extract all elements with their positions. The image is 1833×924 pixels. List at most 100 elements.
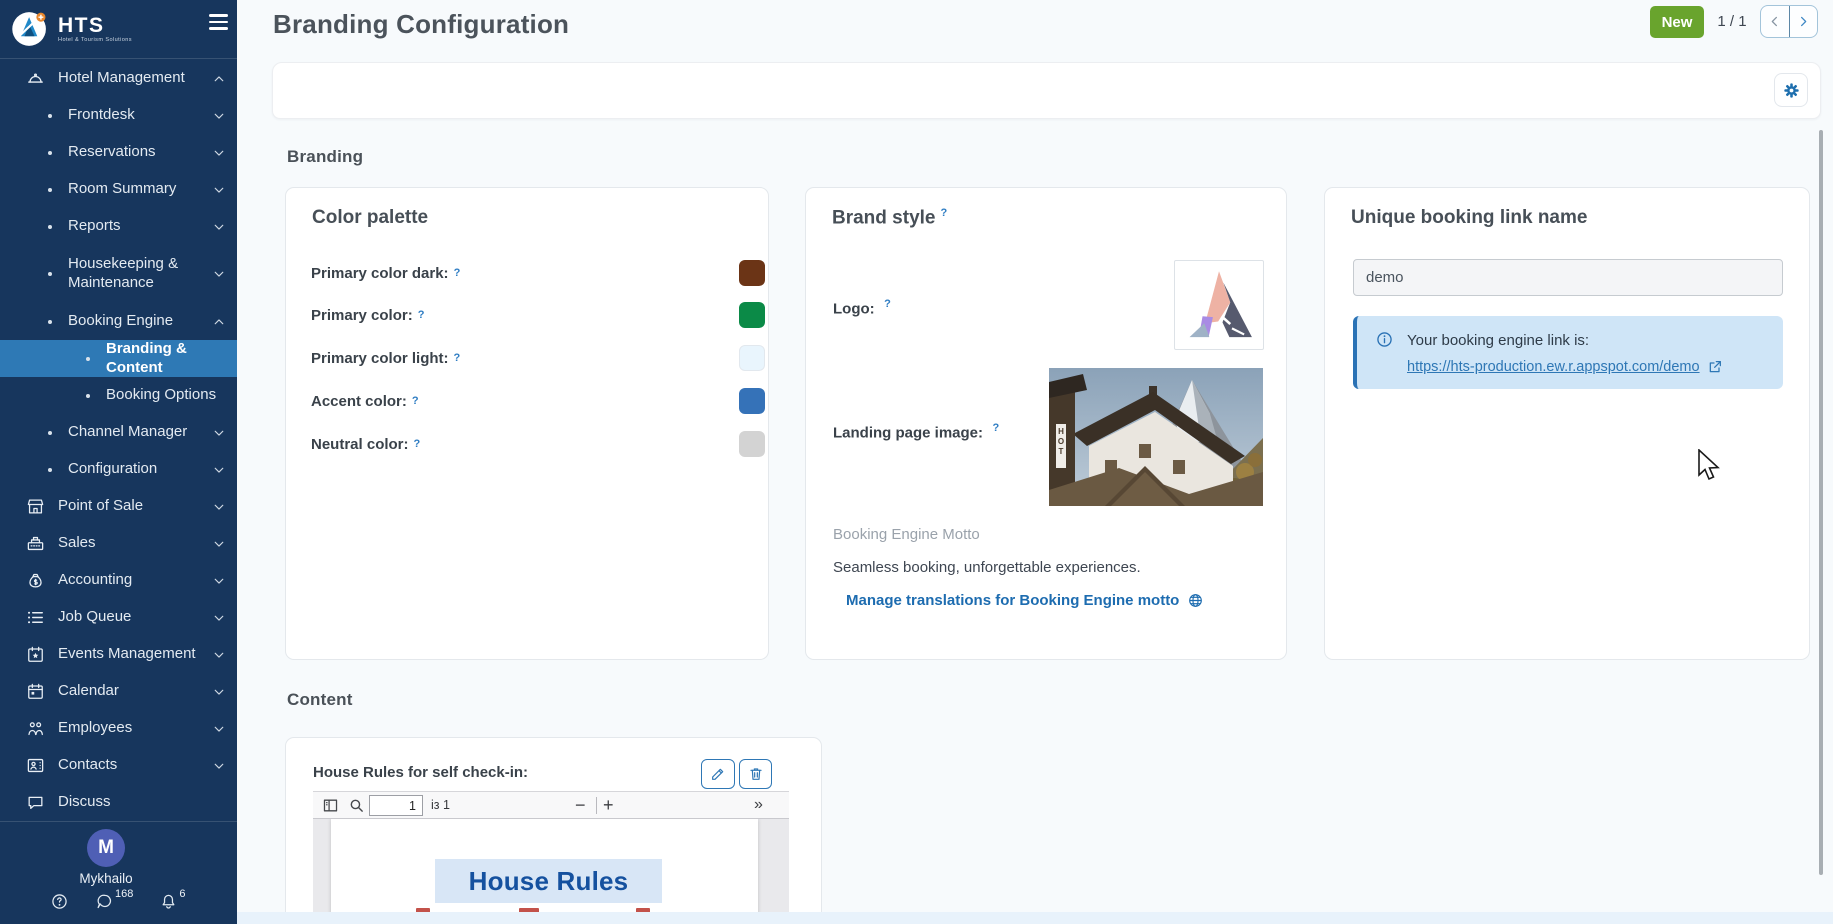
sidebar-nav: Hotel ManagementFrontdeskReservationsRoo…	[0, 60, 237, 821]
notifications-button[interactable]: 6	[159, 892, 185, 911]
sidebar-item-frontdesk[interactable]: Frontdesk	[0, 97, 237, 134]
sidebar-item-contacts[interactable]: Contacts	[0, 747, 237, 784]
sidebar-item-discuss[interactable]: Discuss	[0, 784, 237, 821]
trash-icon	[748, 766, 764, 782]
info-icon	[1375, 330, 1394, 349]
pdf-viewer: House Rules	[313, 819, 789, 924]
sidebar-item-job-queue[interactable]: Job Queue	[0, 599, 237, 636]
content-section-title: Content	[287, 690, 353, 710]
chevron-up-icon	[212, 72, 226, 86]
accent-color-swatch[interactable]	[739, 388, 765, 414]
chevron-left-icon	[1767, 14, 1782, 29]
calendar-icon	[26, 682, 45, 701]
magnifier-icon[interactable]	[348, 797, 365, 814]
sidebar-item-housekeeping-maintenance[interactable]: Housekeeping & Maintenance	[0, 245, 237, 303]
help-marker[interactable]: ?	[414, 438, 421, 450]
help-marker[interactable]: ?	[454, 267, 461, 279]
bullet-icon	[86, 394, 90, 398]
sidebar-item-events-management[interactable]: Events Management	[0, 636, 237, 673]
chat-bubble-icon	[95, 892, 114, 911]
sidebar-item-sales[interactable]: Sales	[0, 525, 237, 562]
app-logo[interactable]: HTS Hotel & Tourism Solutions	[10, 5, 132, 53]
pdf-toolbar: із 1 − + »	[313, 791, 789, 819]
chevron-down-icon	[212, 685, 226, 699]
sidebar-item-reservations[interactable]: Reservations	[0, 134, 237, 171]
primary-color-dark-swatch[interactable]	[739, 260, 765, 286]
sidebar-item-employees[interactable]: Employees	[0, 710, 237, 747]
help-button[interactable]	[50, 892, 69, 911]
color-palette-title: Color palette	[312, 207, 428, 229]
bullet-icon	[48, 114, 52, 118]
chevron-down-icon	[212, 463, 226, 477]
help-marker[interactable]: ?	[418, 309, 425, 321]
user-name: Mykhailo	[0, 871, 212, 886]
messages-button[interactable]: 168	[95, 892, 133, 911]
sidebar-divider	[0, 58, 237, 59]
house-rules-label: House Rules for self check-in:	[313, 764, 528, 781]
sidebar-item-point-of-sale[interactable]: Point of Sale	[0, 488, 237, 525]
sidebar-item-reports[interactable]: Reports	[0, 208, 237, 245]
page-title: Branding Configuration	[273, 9, 569, 40]
chevron-down-icon	[212, 146, 226, 160]
sidebar-item-accounting[interactable]: Accounting	[0, 562, 237, 599]
help-marker[interactable]: ?	[884, 298, 891, 310]
primary-color-label: Primary color:	[311, 307, 413, 324]
sidebar-item-booking-engine[interactable]: Booking Engine	[0, 303, 237, 340]
hts-logo-icon	[10, 9, 50, 49]
brand-logo-upload[interactable]	[1174, 260, 1264, 350]
help-marker[interactable]: ?	[940, 207, 947, 219]
primary-color-swatch[interactable]	[739, 302, 765, 328]
brand-style-title: Brand style	[832, 207, 935, 228]
edit-house-rules-button[interactable]	[701, 759, 735, 789]
sidebar-item-booking-options[interactable]: Booking Options	[0, 377, 237, 414]
sidebar-item-calendar[interactable]: Calendar	[0, 673, 237, 710]
avatar[interactable]: M	[87, 829, 125, 867]
pdf-page-input[interactable]	[369, 795, 423, 816]
pdf-more-tools-button[interactable]: »	[754, 793, 763, 817]
sidebar-item-configuration[interactable]: Configuration	[0, 451, 237, 488]
help-marker[interactable]: ?	[454, 352, 461, 364]
svg-text:O: O	[1058, 437, 1064, 446]
next-page-button[interactable]	[1789, 6, 1818, 37]
help-marker[interactable]: ?	[412, 395, 419, 407]
money-bag-icon	[26, 571, 45, 590]
prev-page-button[interactable]	[1761, 6, 1789, 37]
external-link-icon	[1707, 359, 1723, 375]
neutral-color-swatch[interactable]	[739, 431, 765, 457]
gear-icon	[1782, 81, 1801, 100]
chevron-down-icon	[212, 537, 226, 551]
bullet-icon	[86, 357, 90, 361]
sidebar-item-branding-content[interactable]: Branding & Content	[0, 340, 237, 377]
zoom-out-button[interactable]: −	[575, 793, 586, 817]
delete-house-rules-button[interactable]	[739, 759, 772, 789]
sidebar: HTS Hotel & Tourism Solutions Hotel Mana…	[0, 0, 237, 924]
motto-label: Booking Engine Motto	[833, 526, 980, 543]
pager-counter: 1 / 1	[1708, 13, 1756, 30]
zoom-in-button[interactable]: +	[603, 793, 614, 817]
bullet-icon	[48, 272, 52, 276]
bullet-icon	[48, 431, 52, 435]
landing-page-image[interactable]: H O T	[1049, 368, 1263, 506]
new-button[interactable]: New	[1650, 6, 1704, 38]
hamburger-menu-icon[interactable]	[209, 14, 231, 34]
sidebar-item-hotel-management[interactable]: Hotel Management	[0, 60, 237, 97]
sidebar-toggle-icon[interactable]	[322, 797, 339, 814]
chevron-down-icon	[212, 183, 226, 197]
manage-translations-link[interactable]: Manage translations for Booking Engine m…	[846, 592, 1204, 609]
house-rules-card: House Rules for self check-in: із 1 − + …	[285, 737, 822, 924]
sidebar-item-room-summary[interactable]: Room Summary	[0, 171, 237, 208]
primary-color-light-swatch[interactable]	[739, 345, 765, 371]
pdf-title-highlight: House Rules	[435, 859, 662, 903]
bullet-icon	[48, 468, 52, 472]
booking-engine-link[interactable]: https://hts-production.ew.r.appspot.com/…	[1407, 359, 1723, 375]
brand-logo-image	[1180, 266, 1258, 344]
vertical-scrollbar[interactable]	[1819, 130, 1823, 875]
pencil-icon	[710, 766, 726, 782]
sidebar-item-channel-manager[interactable]: Channel Manager	[0, 414, 237, 451]
svg-text:T: T	[1059, 447, 1064, 456]
booking-link-input[interactable]	[1353, 259, 1783, 296]
help-marker[interactable]: ?	[992, 422, 999, 434]
settings-button[interactable]	[1774, 73, 1808, 107]
chevron-down-icon	[212, 109, 226, 123]
people-icon	[26, 719, 45, 738]
